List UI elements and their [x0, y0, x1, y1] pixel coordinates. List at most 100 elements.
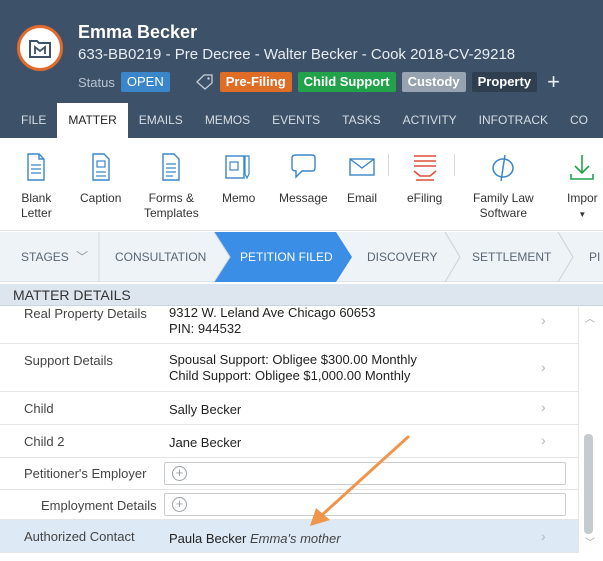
email-button[interactable]: Email [347, 152, 377, 206]
row-value: 9312 W. Leland Ave Chicago 60653 PIN: 94… [169, 306, 375, 337]
family-law-label-2: Software [479, 206, 528, 220]
message-label: Message [279, 191, 328, 205]
status-row: Status OPEN Pre-Filing Child Support Cus… [78, 71, 560, 93]
tag-icon[interactable] [195, 73, 216, 91]
matter-description: 633-BB0219 - Pre Decree - Walter Becker … [78, 46, 516, 63]
family-law-label-1: Family Law [473, 191, 534, 205]
tab-memos[interactable]: MEMOS [194, 103, 261, 138]
status-label: Status [78, 74, 115, 90]
chevron-right-icon: › [541, 432, 546, 448]
caption-document-icon [91, 153, 110, 181]
document-icon [27, 153, 46, 181]
tag-custody[interactable]: Custody [401, 72, 466, 92]
family-law-software-button[interactable]: Family Law Software [473, 152, 534, 221]
stage-consultation[interactable]: CONSULTATION [115, 232, 206, 282]
row-value: Sally Becker [169, 402, 242, 417]
tab-matter[interactable]: MATTER [57, 103, 128, 138]
phi-icon [492, 154, 515, 182]
row-label: Support Details [24, 353, 113, 368]
value-line: Spousal Support: Obligee $300.00 Monthly [169, 352, 417, 367]
import-dropdown-icon[interactable]: ▼ [578, 210, 586, 219]
ribbon-separator [388, 154, 389, 176]
stages-dropdown[interactable]: STAGES ﹀ [21, 232, 88, 282]
tab-tasks[interactable]: TASKS [331, 103, 391, 138]
memo-label: Memo [222, 191, 256, 205]
row-value: Spousal Support: Obligee $300.00 Monthly… [169, 352, 417, 384]
value-line: Child Support: Obligee $1,000.00 Monthly [169, 368, 411, 383]
chevron-down-icon: ﹀ [76, 250, 89, 264]
row-child[interactable]: Child Sally Becker › [0, 392, 578, 425]
scrollbar-thumb[interactable] [584, 434, 593, 534]
row-value: Paula Becker Emma's mother [169, 531, 341, 547]
chevron-right-icon: › [541, 359, 546, 375]
chevron-right-icon: › [541, 312, 546, 328]
row-label: Authorized Contact [24, 529, 135, 544]
row-label: Petitioner's Employer [24, 466, 147, 481]
row-support-details[interactable]: Support Details Spousal Support: Obligee… [0, 344, 578, 392]
tag-pre-filing[interactable]: Pre-Filing [219, 72, 292, 92]
forms-icon [162, 153, 181, 181]
row-petitioners-employer: Petitioner's Employer + [0, 458, 578, 490]
tab-co[interactable]: CO [559, 103, 599, 138]
tag-child-support[interactable]: Child Support [297, 72, 396, 92]
scroll-down-icon[interactable]: ﹀ [585, 534, 595, 549]
ribbon-toolbar: Blank Letter Caption Forms & Templates Mem… [0, 138, 603, 231]
chevron-right-icon: › [541, 399, 546, 415]
stage-settlement[interactable]: SETTLEMENT [472, 232, 551, 282]
row-label: Child 2 [24, 434, 65, 449]
message-button[interactable]: Message [279, 152, 328, 206]
caption-label: Caption [80, 191, 122, 205]
matter-details-title: MATTER DETAILS [13, 287, 131, 303]
client-name: Emma Becker [78, 22, 198, 42]
row-authorized-contact[interactable]: Authorized Contact Paula Becker Emma's m… [0, 520, 578, 553]
matter-folder-icon [17, 25, 63, 71]
tab-file[interactable]: FILE [0, 103, 57, 138]
ribbon-separator-2 [454, 154, 455, 176]
tab-events[interactable]: EVENTS [261, 103, 331, 138]
blank-label-2: Letter [21, 206, 52, 220]
row-value: Jane Becker [169, 435, 242, 450]
chevron-right-icon: › [541, 528, 546, 544]
add-tag-icon[interactable]: + [547, 71, 560, 93]
forms-templates-button[interactable]: Forms & Templates [144, 152, 199, 221]
forms-label-2: Templates [144, 206, 199, 220]
row-child-2[interactable]: Child 2 Jane Becker › [0, 425, 578, 458]
tab-emails[interactable]: EMAILS [128, 103, 194, 138]
download-icon [570, 155, 595, 180]
tab-infotrack[interactable]: INFOTRACK [468, 103, 559, 138]
contact-name: Paula Becker [169, 531, 247, 546]
value-line: PIN: 944532 [169, 321, 242, 336]
add-circle-icon[interactable]: + [172, 466, 187, 481]
stages-label: STAGES [21, 250, 69, 264]
caption-button[interactable]: Caption [80, 152, 121, 206]
row-employment-details: Employment Details + [0, 490, 578, 520]
contact-note: Emma's mother [249, 531, 341, 546]
memo-button[interactable]: Memo [222, 152, 255, 206]
stage-discovery[interactable]: DISCOVERY [367, 232, 437, 282]
blank-letter-button[interactable]: Blank Letter [21, 152, 52, 221]
scroll-up-icon[interactable]: ︿ [585, 310, 595, 325]
stage-next[interactable]: PI [589, 232, 600, 282]
employer-field[interactable]: + [164, 462, 566, 485]
main-tabs: FILE MATTER EMAILS MEMOS EVENTS TASKS AC… [0, 103, 603, 138]
tag-property[interactable]: Property [471, 72, 538, 92]
stages-bar: STAGES ﹀ CONSULTATION PETITION FILED DIS… [0, 232, 603, 282]
details-scrollbar[interactable]: ︿ ﹀ [578, 306, 600, 553]
import-label: Impor [567, 191, 598, 205]
stage-petition-filed[interactable]: PETITION FILED [240, 232, 333, 282]
value-line: 9312 W. Leland Ave Chicago 60653 [169, 306, 376, 320]
employment-details-field[interactable]: + [164, 493, 566, 516]
matter-header: Emma Becker 633-BB0219 - Pre Decree - Wa… [0, 0, 603, 103]
email-label: Email [347, 191, 378, 205]
add-circle-icon[interactable]: + [172, 497, 187, 512]
message-bubble-icon [291, 154, 317, 179]
matter-details-header: MATTER DETAILS [0, 284, 603, 306]
row-real-property[interactable]: Real Property Details 9312 W. Leland Ave… [0, 306, 578, 344]
row-label: Child [24, 401, 54, 416]
status-badge[interactable]: OPEN [120, 72, 170, 92]
efiling-label: eFiling [407, 191, 443, 205]
import-button[interactable]: Impor ▼ [567, 152, 598, 222]
blank-label-1: Blank [21, 191, 52, 205]
efiling-button[interactable]: eFiling [407, 152, 442, 206]
tab-activity[interactable]: ACTIVITY [392, 103, 468, 138]
